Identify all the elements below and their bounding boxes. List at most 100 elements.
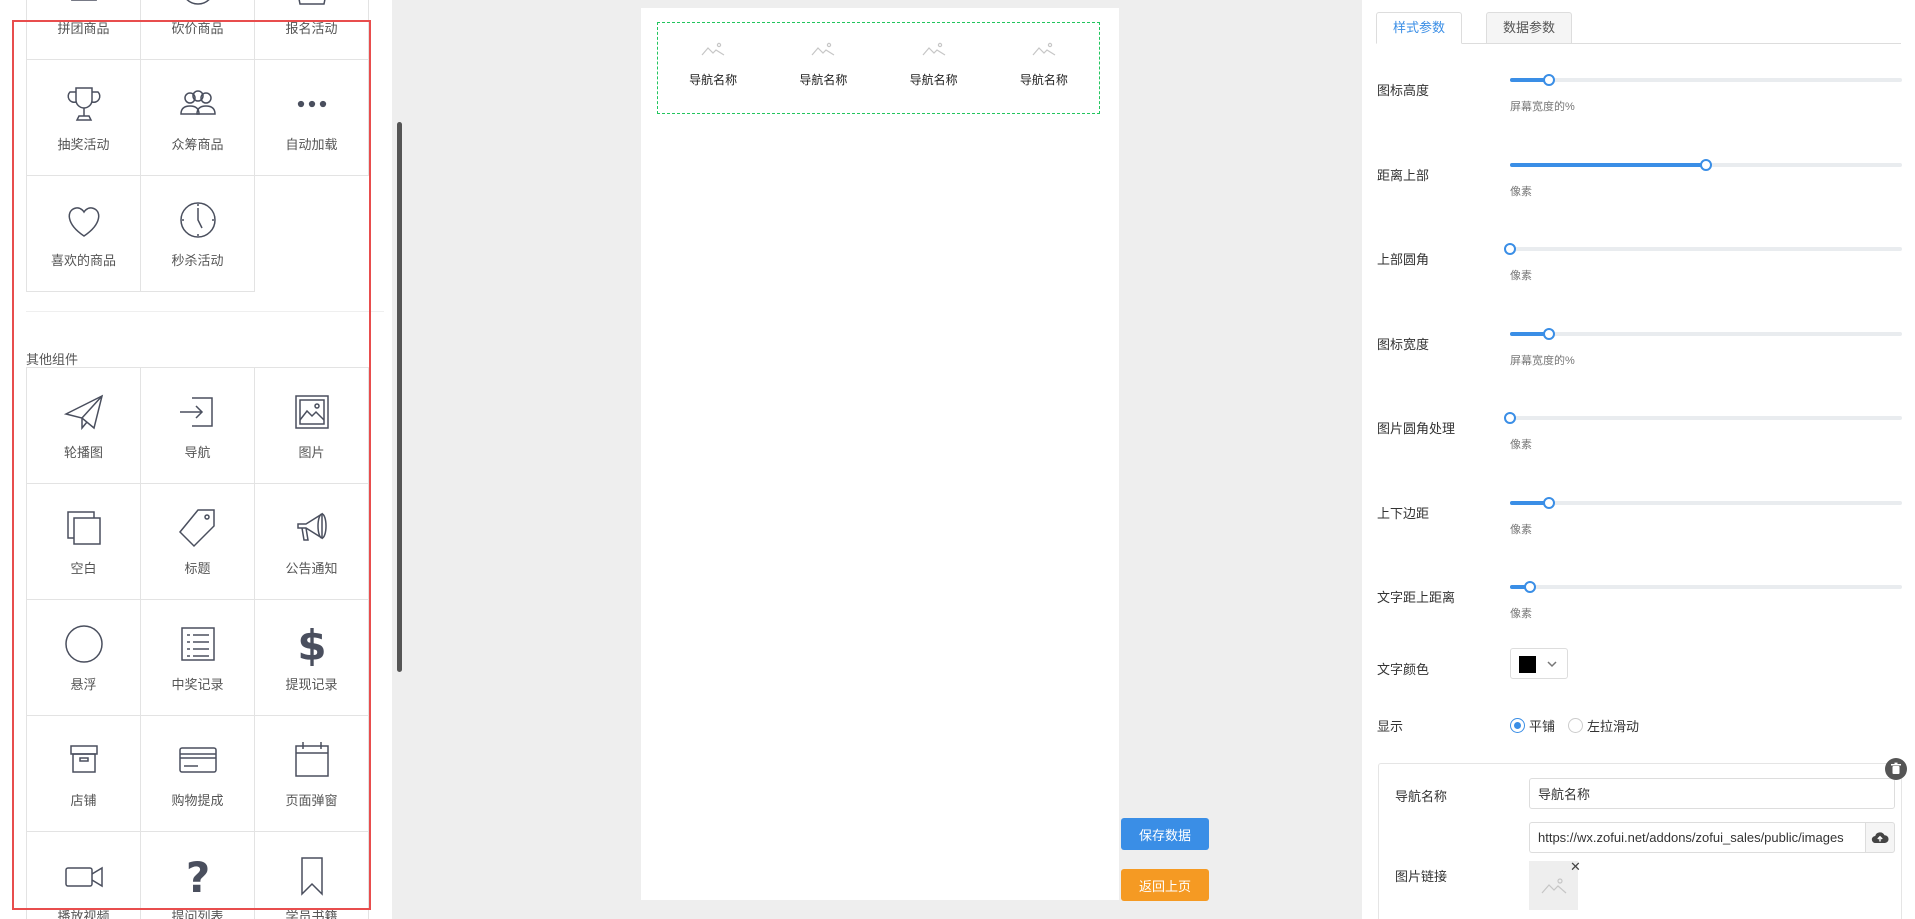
component-tile[interactable]: 公告通知 [254, 483, 369, 600]
component-tile[interactable]: 店铺 [26, 715, 141, 832]
nav-preview-block[interactable]: 导航名称 导航名称 导航名称 导航名称 [657, 22, 1100, 114]
archive-icon [69, 745, 98, 773]
slider-handle[interactable] [1504, 243, 1516, 255]
list-icon [180, 627, 215, 661]
save-button[interactable]: 保存数据 [1121, 818, 1209, 850]
image-placeholder-icon [701, 42, 725, 56]
component-label: 砍价商品 [171, 21, 224, 36]
tab-style-params[interactable]: 样式参数 [1376, 12, 1463, 44]
question-icon: ? [185, 854, 209, 898]
ellipsis-icon [297, 100, 326, 108]
paper-plane-icon [63, 394, 103, 431]
display-option-slide[interactable]: 左拉滑动 [1568, 716, 1639, 735]
component-tile[interactable]: 抽奖活动 [26, 59, 141, 176]
component-tile[interactable]: 喜欢的商品 [26, 175, 141, 292]
nav-preview-label: 导航名称 [1019, 73, 1068, 87]
slider-track[interactable] [1510, 74, 1902, 86]
slider-label: 图标宽度 [1377, 336, 1430, 352]
nav-preview-label: 导航名称 [799, 73, 848, 87]
component-tile[interactable]: 悬浮 [26, 599, 141, 716]
credit-card-icon [178, 747, 217, 773]
component-panel: 拼团商品 砍价商品 报名活动 抽奖活动 众筹商品 自动加载 喜欢的商品 秒杀活动 其他组件 轮… [0, 0, 392, 919]
component-tile[interactable]: 导航 [140, 367, 255, 484]
other-component-grid: 轮播图 导航 图片 空白 标题 公告通知悬浮 中奖记录 $ 提现记录 店铺 购物提成 页面弹窗播放视频… [26, 367, 369, 919]
component-label: 抽奖活动 [57, 137, 110, 152]
nav-preview-item[interactable]: 导航名称 [773, 23, 873, 113]
slider-track[interactable] [1504, 243, 1902, 255]
svg-text:$: $ [297, 622, 326, 666]
component-tile[interactable]: 秒杀活动 [140, 175, 255, 292]
nav-preview-item[interactable]: 导航名称 [994, 23, 1094, 113]
component-label: 秒杀活动 [171, 253, 224, 268]
component-tile[interactable]: 页面弹窗 [254, 715, 369, 832]
back-button[interactable]: 返回上页 [1121, 869, 1209, 901]
component-label: 众筹商品 [171, 137, 224, 152]
slider-track[interactable] [1510, 158, 1902, 171]
slider-track[interactable] [1510, 496, 1902, 509]
component-tile[interactable]: $ 提现记录 [254, 599, 369, 716]
component-tile[interactable]: 购物提成 [140, 715, 255, 832]
slider-track[interactable] [1504, 412, 1902, 424]
slider-unit: 屏幕宽度的% [1510, 354, 1575, 367]
delete-icon[interactable] [1885, 758, 1907, 780]
component-tile[interactable]: 拼团商品 [26, 0, 141, 60]
component-label: 播放视频 [57, 909, 110, 919]
component-tile[interactable]: 学员书籍 [254, 831, 369, 919]
component-label: 悬浮 [70, 677, 97, 692]
nav-name-label: 导航名称 [1395, 789, 1448, 804]
component-tile[interactable]: 标题 [140, 483, 255, 600]
svg-text:?: ? [185, 854, 209, 898]
slider-handle[interactable] [1700, 158, 1712, 171]
slider-handle[interactable] [1523, 581, 1536, 593]
component-tile[interactable]: 砍价商品 [140, 0, 255, 60]
close-icon[interactable]: ✕ [1570, 859, 1581, 875]
component-tile[interactable]: 中奖记录 [140, 599, 255, 716]
nav-preview-item[interactable]: 导航名称 [884, 23, 984, 113]
clock-icon [179, 202, 216, 238]
video-camera-icon [64, 866, 103, 888]
slider-handle[interactable] [1543, 74, 1556, 86]
component-tile[interactable]: 众筹商品 [140, 59, 255, 176]
slider-fill [1510, 162, 1706, 167]
display-option-flat[interactable]: 平铺 [1510, 716, 1555, 735]
tab-data-params[interactable]: 数据参数 [1486, 12, 1573, 44]
component-label: 购物提成 [171, 793, 224, 808]
basket-icon [297, 0, 326, 5]
nav-item-card: 导航名称 图片链接 ✕ [1378, 763, 1902, 919]
component-label: 喜欢的商品 [50, 253, 116, 268]
heart-icon [68, 207, 99, 237]
component-tile[interactable]: 图片 [254, 367, 369, 484]
slider-track[interactable] [1510, 581, 1902, 593]
section-divider [26, 311, 384, 312]
image-placeholder-icon [1541, 877, 1566, 893]
layers-icon [66, 511, 101, 545]
slider-handle[interactable] [1504, 412, 1516, 424]
color-swatch [1519, 656, 1536, 673]
settings-tabs: 样式参数 数据参数 [1376, 12, 1901, 44]
nav-preview-item[interactable]: 导航名称 [663, 23, 763, 113]
component-tile[interactable]: 空白 [26, 483, 141, 600]
slider-track[interactable] [1510, 327, 1902, 340]
nav-name-input[interactable] [1529, 778, 1895, 809]
scrollbar[interactable] [397, 122, 402, 672]
slider-handle[interactable] [1543, 496, 1556, 509]
upload-button[interactable] [1865, 822, 1895, 853]
slider-label: 上下边距 [1377, 505, 1430, 521]
component-label: 导航 [184, 445, 211, 460]
component-tile[interactable]: ? 提问列表 [140, 831, 255, 919]
slider-handle[interactable] [1543, 327, 1556, 340]
activity-component-grid: 拼团商品 砍价商品 报名活动抽奖活动 众筹商品 自动加载喜欢的商品 秒杀活动 [26, 0, 369, 292]
dollar-icon: $ [297, 622, 326, 666]
component-tile[interactable]: 播放视频 [26, 831, 141, 919]
component-label: 报名活动 [285, 21, 338, 36]
component-tile[interactable]: 报名活动 [254, 0, 369, 60]
component-label: 学员书籍 [285, 909, 338, 919]
circle-icon [185, 0, 210, 5]
text-color-picker[interactable] [1510, 648, 1568, 679]
slider-unit: 像素 [1510, 608, 1532, 620]
component-tile[interactable]: 自动加载 [254, 59, 369, 176]
nav-preview-label: 导航名称 [689, 73, 738, 87]
image-link-input[interactable] [1529, 822, 1865, 853]
component-tile[interactable]: 轮播图 [26, 367, 141, 484]
text-color-label: 文字颜色 [1377, 662, 1430, 677]
